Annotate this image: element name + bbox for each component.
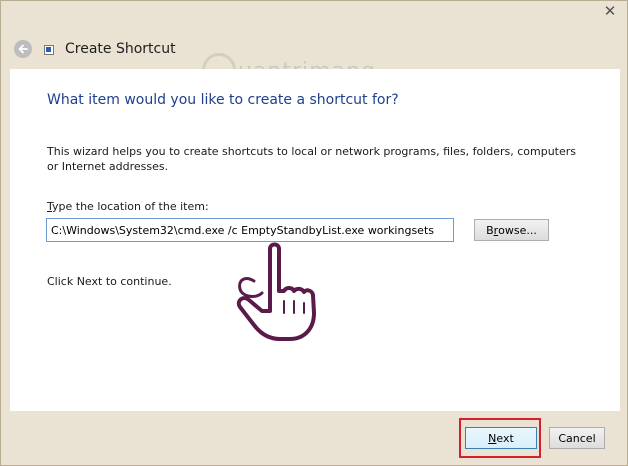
- pointing-hand-icon: [236, 242, 316, 341]
- close-button[interactable]: ✕: [597, 1, 623, 21]
- wizard-title: Create Shortcut: [65, 41, 176, 57]
- page-heading: What item would you like to create a sho…: [47, 92, 399, 108]
- continue-instruction: Click Next to continue.: [47, 275, 172, 288]
- wizard-content: What item would you like to create a sho…: [10, 69, 620, 411]
- location-input[interactable]: [46, 218, 454, 242]
- location-label-text: ype the location of the item:: [52, 200, 209, 213]
- location-label: Type the location of the item:: [47, 200, 209, 213]
- close-icon: ✕: [603, 1, 617, 20]
- browse-label-pre: B: [486, 223, 494, 237]
- create-shortcut-window: ✕ Create Shortcut uantrimang What item w…: [0, 0, 628, 466]
- browse-button[interactable]: Br owse...: [474, 219, 549, 241]
- back-button[interactable]: [14, 40, 32, 58]
- next-label-accel: N: [488, 431, 497, 445]
- wizard-footer: Next Cancel: [1, 413, 627, 465]
- next-label-text: ext: [496, 431, 514, 445]
- shortcut-icon: [44, 45, 54, 55]
- browse-label-post: owse...: [498, 223, 537, 237]
- wizard-description: This wizard helps you to create shortcut…: [47, 145, 577, 173]
- title-bar: ✕: [1, 1, 627, 25]
- next-button[interactable]: Next: [465, 427, 537, 449]
- back-arrow-icon: [18, 44, 28, 54]
- cancel-button[interactable]: Cancel: [549, 427, 605, 449]
- wizard-header: Create Shortcut: [1, 29, 627, 69]
